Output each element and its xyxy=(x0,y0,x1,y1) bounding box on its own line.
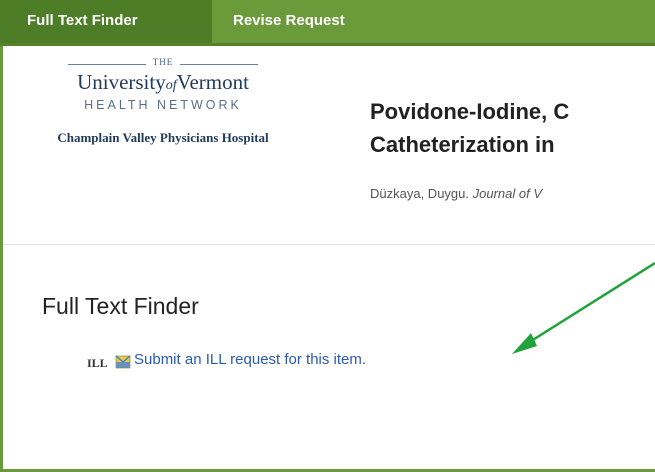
logo-health-network: HEALTH NETWORK xyxy=(84,98,242,112)
article-title-line-2: Catheterization in xyxy=(370,132,555,157)
logo-the: THE xyxy=(68,57,258,71)
section-title: Full Text Finder xyxy=(42,293,199,319)
article-title: Povidone-Iodine, C Catheterization in xyxy=(370,95,569,161)
ill-request-link[interactable]: Submit an ILL request for this item. xyxy=(134,351,366,368)
article-title-line-1: Povidone-Iodine, C xyxy=(370,99,570,124)
article-byline: Düzkaya, Duygu. Journal of V xyxy=(370,186,542,201)
ill-icon: ILL xyxy=(87,355,131,370)
journal-name: Journal of V xyxy=(472,186,542,201)
logo-university-name: UniversityofVermont xyxy=(77,70,249,94)
tab-revise-request[interactable]: Revise Request xyxy=(233,0,345,43)
author: Düzkaya, Duygu. xyxy=(370,186,469,201)
tab-full-text-finder[interactable]: Full Text Finder xyxy=(0,0,212,43)
svg-text:ILL: ILL xyxy=(87,356,108,370)
top-navigation-bar: Full Text Finder Revise Request xyxy=(0,0,655,46)
institution-logo: THE UniversityofVermont HEALTH NETWORK C… xyxy=(38,57,308,187)
logo-hospital-name: Champlain Valley Physicians Hospital xyxy=(57,130,269,145)
